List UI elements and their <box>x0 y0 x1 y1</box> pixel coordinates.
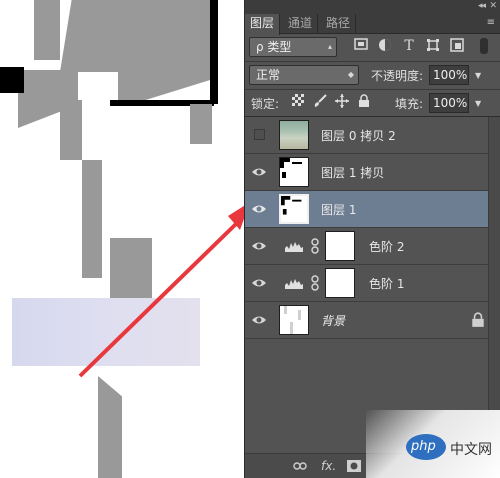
panel-titlebar: ◂◂ ✕ <box>245 0 500 14</box>
layer-name: 图层 1 <box>321 203 357 217</box>
layer-thumbnail <box>279 305 309 335</box>
blend-mode-value: 正常 <box>256 68 281 82</box>
type-filter-icon[interactable]: T <box>401 38 417 54</box>
layer-name: 色阶 2 <box>369 240 405 254</box>
layer-row-selected[interactable]: 图层 1 <box>245 191 489 228</box>
tab-paths[interactable]: 路径 <box>321 14 357 34</box>
chevron-updown-icon: ◆ <box>347 70 354 79</box>
layer-name: 色阶 1 <box>369 277 405 291</box>
image-filter-icon[interactable] <box>353 38 369 54</box>
opacity-label: 不透明度: <box>371 69 424 83</box>
opacity-input[interactable]: 100% <box>429 65 469 85</box>
fill-label: 填充: <box>395 97 424 111</box>
fill-input[interactable]: 100% <box>429 93 469 113</box>
visibility-toggle-off[interactable] <box>254 129 265 140</box>
link-icon[interactable] <box>311 238 319 254</box>
layer-name: 背景 <box>321 314 346 328</box>
eye-icon[interactable] <box>251 239 267 253</box>
tab-channels[interactable]: 通道 <box>283 14 319 34</box>
link-icon[interactable] <box>311 275 319 291</box>
layer-row[interactable]: 图层 0 拷贝 2 <box>245 117 489 154</box>
eye-icon[interactable] <box>251 165 267 179</box>
fx-icon[interactable]: fx. <box>321 459 336 473</box>
layer-row[interactable]: 背景 <box>245 302 489 339</box>
levels-icon <box>285 279 303 289</box>
layer-mask-thumbnail <box>325 231 355 261</box>
link-layers-icon[interactable] <box>293 461 307 471</box>
eye-icon[interactable] <box>251 202 267 216</box>
layer-mask-thumbnail <box>325 268 355 298</box>
eye-icon[interactable] <box>251 276 267 290</box>
close-icon[interactable]: ✕ <box>489 1 497 11</box>
blend-mode-select[interactable]: 正常 ◆ <box>249 65 359 85</box>
adjustment-filter-icon[interactable] <box>377 38 393 54</box>
lock-icon <box>472 312 484 327</box>
layer-name: 图层 1 拷贝 <box>321 166 385 180</box>
layer-name: 图层 0 拷贝 2 <box>321 129 396 143</box>
opacity-dropdown-arrow[interactable]: ▼ <box>475 71 481 80</box>
panel-tabbar: 图层 通道 路径 ≡ <box>245 14 500 35</box>
layer-row[interactable]: 色阶 2 <box>245 228 489 265</box>
levels-icon <box>285 242 303 252</box>
layers-panel: ◂◂ ✕ 图层 通道 路径 ≡ ρ 类型 ▴ T 正常 ◆ 不透明度: 100%… <box>244 0 500 478</box>
layer-thumbnail <box>279 120 309 150</box>
lock-all-icon[interactable] <box>357 94 371 108</box>
filter-toggle[interactable] <box>480 38 488 54</box>
layers-scrollbar[interactable] <box>488 117 500 451</box>
panel-menu-icon[interactable]: ≡ <box>487 17 495 28</box>
lock-transparent-pixels-icon[interactable] <box>291 94 305 108</box>
collapse-icon[interactable]: ◂◂ <box>478 1 486 11</box>
lock-position-move-icon[interactable] <box>335 94 349 108</box>
fill-dropdown-arrow[interactable]: ▼ <box>475 99 481 108</box>
chevron-updown-icon: ▴ <box>327 42 332 51</box>
tab-layers[interactable]: 图层 <box>245 14 281 35</box>
lock-label: 锁定: <box>251 97 280 111</box>
filter-kind-select[interactable]: ρ 类型 ▴ <box>249 37 337 57</box>
layer-thumbnail <box>279 194 309 224</box>
red-arrow <box>78 205 244 378</box>
smartobject-filter-icon[interactable] <box>449 38 465 54</box>
layers-list: 图层 0 拷贝 2 图层 1 拷贝 图层 1 色阶 2 色阶 1 背景 <box>245 117 500 451</box>
document-canvas[interactable] <box>0 0 244 478</box>
filter-kind-label: ρ 类型 <box>256 40 292 54</box>
eye-icon[interactable] <box>251 313 267 327</box>
layer-row[interactable]: 图层 1 拷贝 <box>245 154 489 191</box>
add-mask-icon[interactable] <box>347 460 361 472</box>
layer-row[interactable]: 色阶 1 <box>245 265 489 302</box>
layer-thumbnail <box>279 157 309 187</box>
lock-image-pixels-brush-icon[interactable] <box>313 94 327 108</box>
shape-filter-icon[interactable] <box>425 38 441 54</box>
panel-bottom-bar: fx. <box>245 453 500 478</box>
